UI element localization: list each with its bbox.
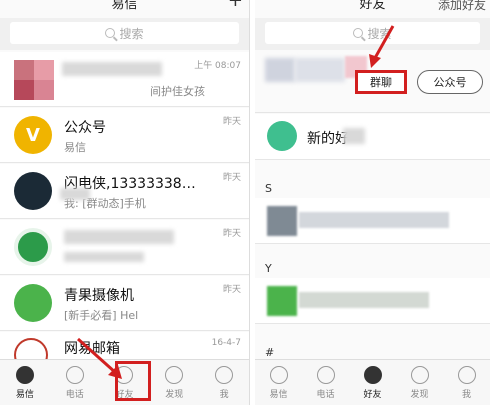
arrow-line — [76, 337, 118, 375]
messages-header: 易信 + — [0, 0, 249, 16]
arrow-head — [369, 54, 381, 68]
tab-label: 我 — [461, 389, 471, 400]
blur-patch — [60, 188, 90, 200]
blurred-name — [299, 212, 449, 228]
qingguo-avatar — [14, 284, 52, 322]
compass-icon — [410, 365, 429, 384]
tab-label: 电话 — [65, 389, 84, 400]
friends-header: 好友 添加好友 — [255, 0, 490, 16]
section-header-s: S — [265, 182, 272, 195]
profile-icon — [215, 365, 234, 384]
blurred-preview — [64, 252, 144, 262]
tab-phone[interactable]: 电话 — [302, 360, 349, 405]
screenshot-composite: 易信 + 搜索 间护佳女孩 上午 08:07 V 公众号 易信 昨天 闪电侠,1… — [0, 0, 490, 405]
search-placeholder: 搜索 — [119, 26, 144, 41]
conversation-name: 青果摄像机 — [64, 288, 134, 304]
conversation-row[interactable]: V 公众号 易信 昨天 — [0, 108, 249, 163]
segment-label: 群聊 — [370, 76, 392, 89]
conversation-preview: 间护佳女孩 — [150, 85, 205, 98]
new-friends-row[interactable]: 新的好 — [255, 114, 490, 160]
friends-title: 好友 — [359, 0, 386, 12]
blurred-segment — [265, 58, 295, 82]
chat-icon — [269, 365, 288, 384]
tab-label: 好友 — [363, 389, 382, 400]
search-icon — [353, 28, 364, 38]
conversation-time: 昨天 — [222, 117, 241, 127]
section-header-y: Y — [265, 262, 272, 275]
conversation-row[interactable]: 闪电侠,13333338… 我: [群动态]手机 昨天 — [0, 164, 249, 219]
conversation-preview: [新手必看] Hel — [64, 309, 139, 322]
bottom-tab-bar: 易信 电话 好友 发现 我 — [255, 359, 490, 405]
plus-button[interactable]: + — [228, 0, 243, 10]
messages-screen: 易信 + 搜索 间护佳女孩 上午 08:07 V 公众号 易信 昨天 闪电侠,1… — [0, 0, 250, 405]
tab-label: 易信 — [269, 389, 288, 400]
messages-title: 易信 — [111, 0, 138, 12]
conversation-time: 昨天 — [222, 173, 241, 183]
divider — [255, 112, 490, 113]
profile-icon — [457, 365, 476, 384]
blurred-name — [299, 292, 429, 308]
avatar — [14, 228, 52, 266]
arrow-line — [373, 25, 395, 59]
tab-discover[interactable]: 发现 — [149, 360, 199, 405]
search-input[interactable]: 搜索 — [10, 22, 239, 44]
avatar-mosaic — [34, 60, 54, 80]
conversation-row[interactable]: 昨天 — [0, 220, 249, 275]
arrow-annotation — [76, 337, 122, 379]
avatar-mosaic — [34, 80, 54, 100]
conversation-time: 16-4-7 — [211, 338, 241, 348]
blurred-name — [64, 230, 174, 244]
new-friends-icon — [267, 121, 297, 151]
add-friend-button[interactable]: 添加好友 — [438, 0, 486, 11]
tab-label: 发现 — [165, 389, 184, 400]
blur-patch — [343, 128, 365, 144]
person-icon — [363, 365, 382, 384]
conversation-name: 公众号 — [64, 120, 106, 136]
tab-me[interactable]: 我 — [199, 360, 249, 405]
compass-icon — [165, 365, 184, 384]
chat-icon — [15, 365, 34, 384]
phone-icon — [316, 365, 335, 384]
segment-label: 公众号 — [433, 76, 467, 89]
tab-friends[interactable]: 好友 — [349, 360, 396, 405]
group-chat-segment[interactable]: 群聊 — [355, 70, 407, 94]
avatar-mosaic — [14, 80, 34, 100]
avatar-letter: V — [26, 124, 40, 146]
public-account-avatar: V — [14, 116, 52, 154]
tab-label: 易信 — [15, 389, 34, 400]
tab-yixin[interactable]: 易信 — [0, 360, 50, 405]
avatar — [267, 286, 297, 316]
conversation-row[interactable]: 青果摄像机 [新手必看] Hel 昨天 — [0, 276, 249, 331]
conversation-preview: 易信 — [64, 141, 86, 154]
blurred-segment — [295, 58, 345, 82]
friend-row[interactable] — [255, 198, 490, 244]
section-header-hash: # — [265, 346, 275, 359]
tab-label: 我 — [219, 389, 229, 400]
tab-yixin[interactable]: 易信 — [255, 360, 302, 405]
conversation-time: 昨天 — [222, 285, 241, 295]
friends-screen: 好友 添加好友 搜索 群聊 公众号 新的好 S Y # 易信 电话 好友 发现 … — [255, 0, 490, 405]
tab-label: 电话 — [316, 389, 335, 400]
search-icon — [105, 28, 116, 38]
avatar-mosaic — [14, 60, 34, 80]
tab-label: 发现 — [410, 389, 429, 400]
conversation-time: 上午 08:07 — [194, 61, 241, 71]
tab-me[interactable]: 我 — [443, 360, 490, 405]
conversation-time: 昨天 — [222, 229, 241, 239]
friend-row[interactable] — [255, 278, 490, 324]
avatar — [14, 172, 52, 210]
blurred-name — [62, 62, 162, 76]
avatar — [267, 206, 297, 236]
conversation-row[interactable]: 间护佳女孩 上午 08:07 — [0, 52, 249, 107]
tab-discover[interactable]: 发现 — [396, 360, 443, 405]
public-account-segment[interactable]: 公众号 — [417, 70, 483, 94]
arrow-annotation — [369, 25, 395, 68]
search-bar-container: 搜索 — [0, 18, 249, 50]
